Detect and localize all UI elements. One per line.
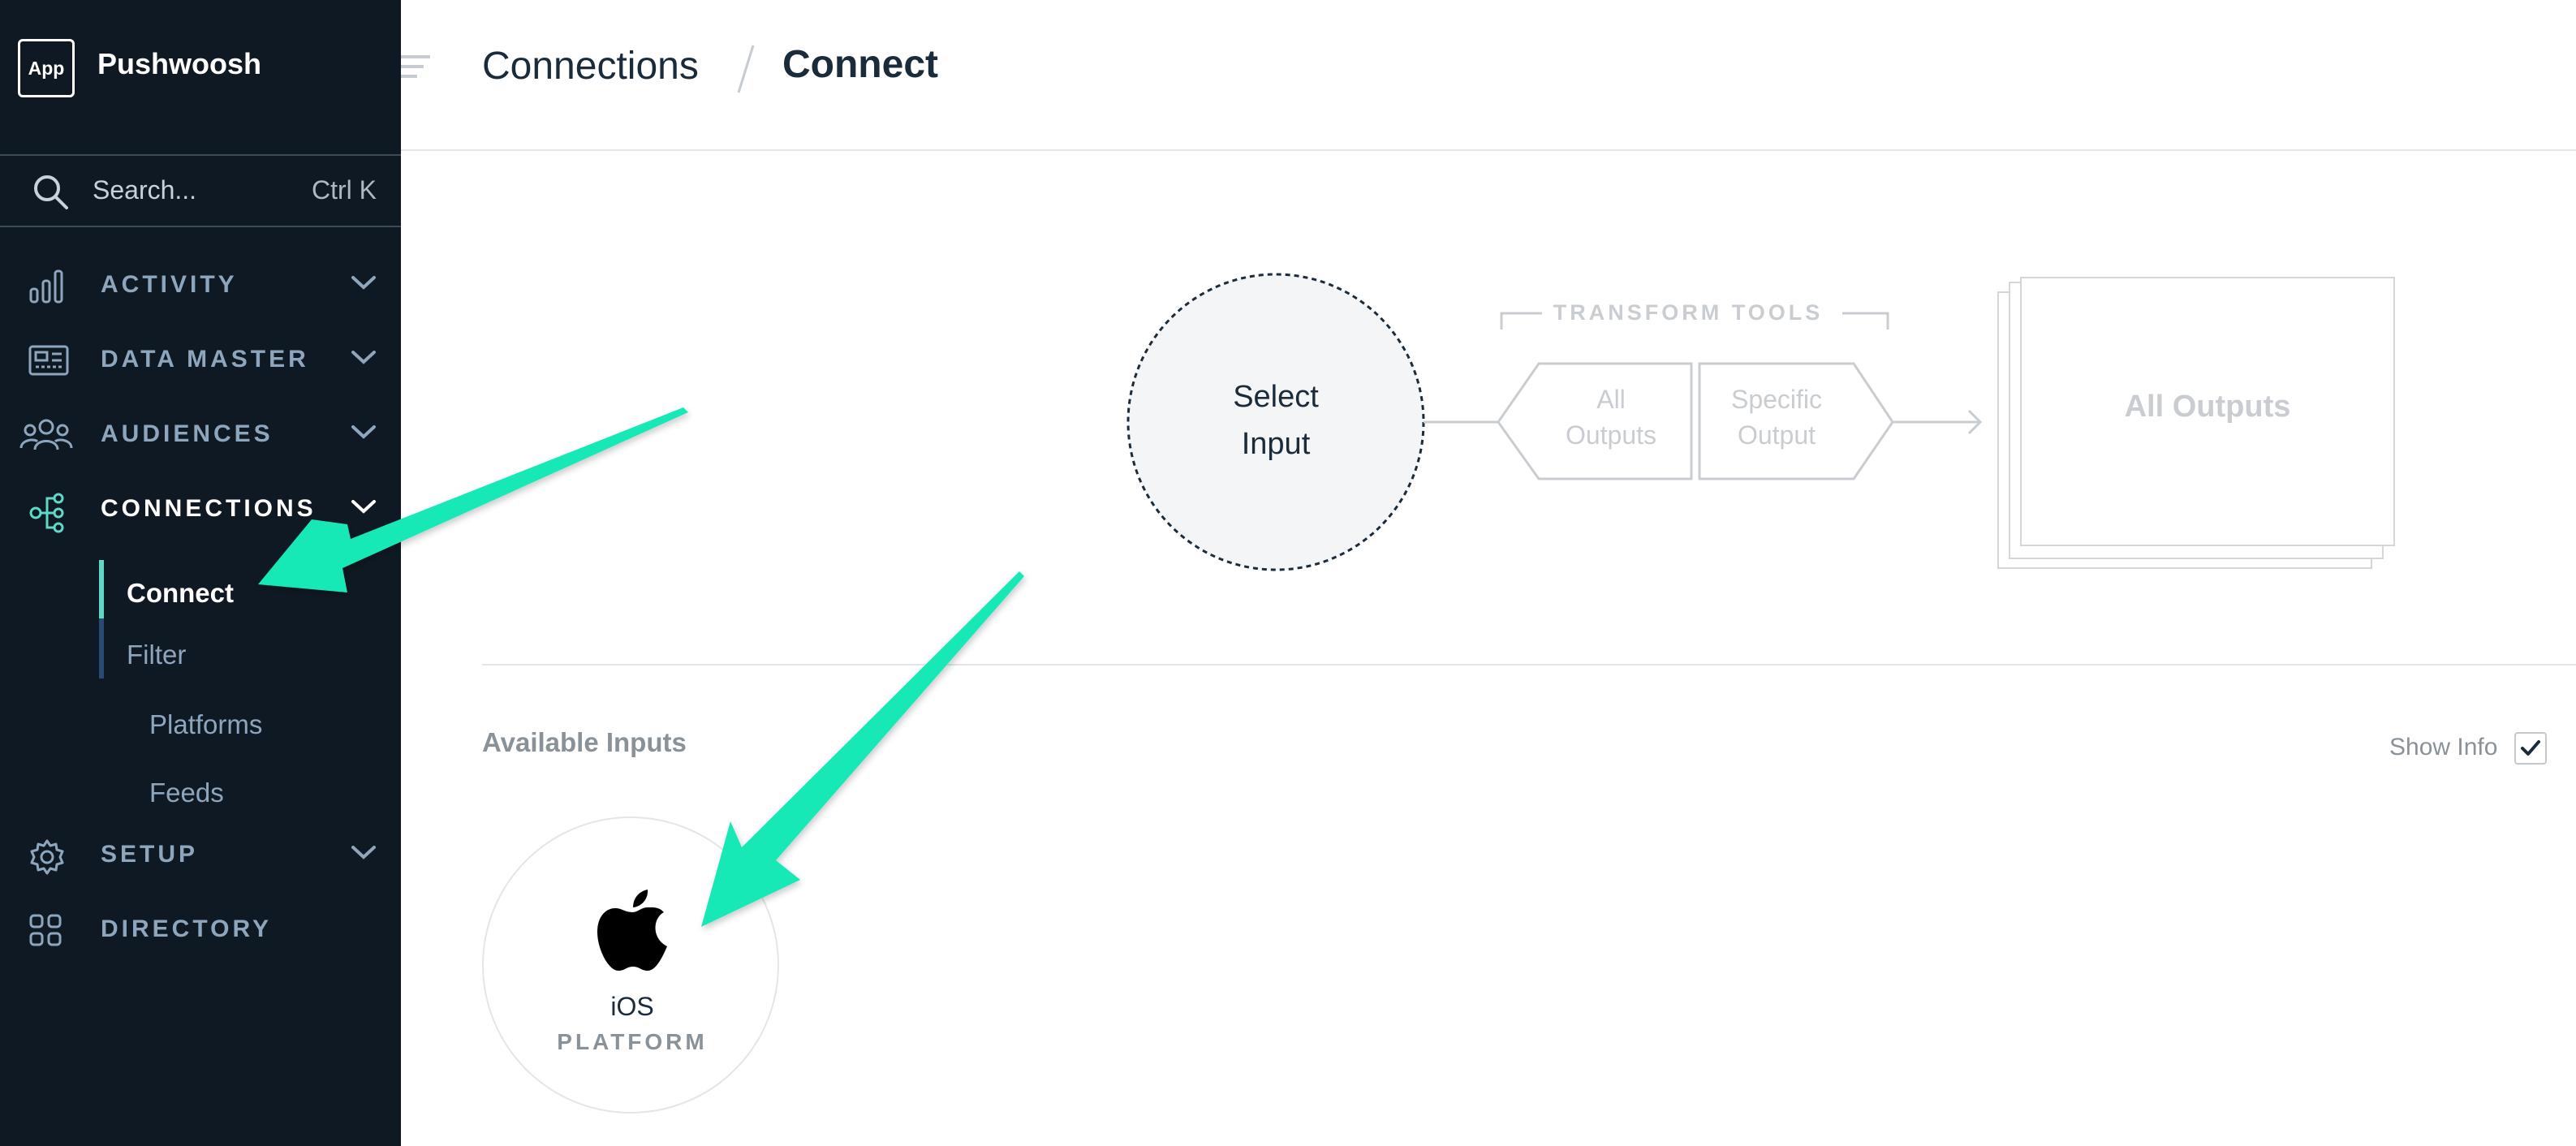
section-divider [482, 664, 2576, 666]
page-header: Connections Connect [401, 0, 2576, 151]
brand-header[interactable]: App Pushwoosh [0, 0, 401, 135]
search-shortcut: Ctrl K [312, 175, 377, 205]
nav-item-audiences[interactable]: AUDIENCES [0, 401, 401, 469]
chevron-down-icon [351, 844, 377, 864]
sub-nav-line [99, 618, 104, 679]
grid-icon [28, 912, 63, 952]
specific-output-tool[interactable]: Specific Output [1699, 381, 1854, 453]
bar-chart-icon [28, 268, 67, 308]
nav-item-data-master[interactable]: DATA MASTER [0, 326, 401, 394]
nav-label: DIRECTORY [101, 916, 273, 942]
chevron-down-icon [351, 274, 377, 295]
nav-item-activity[interactable]: ACTIVITY [0, 252, 401, 320]
all-outputs-tool[interactable]: All Outputs [1534, 381, 1688, 453]
search-input[interactable]: Search... [93, 175, 196, 205]
tool-label: Outputs [1565, 420, 1657, 450]
input-card-ios[interactable]: iOS PLATFORM [482, 816, 779, 1114]
select-input-label: Select [1233, 380, 1319, 414]
chevron-down-icon [351, 424, 377, 444]
transform-tools-bracket [1842, 312, 1889, 330]
nav-label: SETUP [101, 841, 199, 868]
chevron-down-icon [351, 349, 377, 369]
search-bar[interactable]: Search... Ctrl K [0, 154, 401, 227]
sidebar: App Pushwoosh Search... Ctrl K ACTIVITY … [0, 0, 401, 1146]
search-icon [31, 172, 70, 215]
annotation-arrow-ios [701, 571, 1024, 927]
nav-item-setup[interactable]: SETUP [0, 821, 401, 890]
sub-item-connect[interactable]: Connect [127, 578, 234, 609]
sub-item-feeds[interactable]: Feeds [149, 778, 224, 808]
gear-icon [28, 838, 67, 881]
nav-label: DATA MASTER [101, 346, 309, 373]
tool-label: Output [1737, 420, 1816, 450]
select-input-label: Input [1241, 427, 1311, 461]
select-input-button[interactable]: Select Input [1128, 373, 1424, 467]
tool-label: Specific [1730, 385, 1823, 414]
all-outputs-box-label: All Outputs [2124, 390, 2291, 424]
breadcrumb-parent[interactable]: Connections [482, 44, 699, 88]
apple-icon [596, 888, 669, 976]
app-name: Pushwoosh [97, 47, 262, 80]
nav-item-connections[interactable]: CONNECTIONS [0, 476, 401, 544]
nav-label: AUDIENCES [101, 420, 274, 447]
nav-label: ACTIVITY [101, 271, 238, 298]
checkmark-icon [2521, 740, 2540, 756]
card-name: iOS [610, 992, 654, 1021]
breadcrumb-separator [734, 41, 758, 101]
tool-label: All [1596, 385, 1626, 414]
chevron-down-icon [351, 498, 377, 519]
dashboard-icon [28, 343, 70, 382]
sub-item-filter[interactable]: Filter [127, 640, 186, 670]
connections-icon [28, 492, 67, 538]
users-icon [19, 417, 73, 457]
card-type: PLATFORM [557, 1029, 708, 1054]
show-info-label[interactable]: Show Info [2389, 734, 2497, 761]
active-indicator [99, 560, 104, 618]
app-badge: App [18, 39, 75, 97]
nav-label: CONNECTIONS [101, 495, 317, 522]
page-title: Connect [782, 43, 938, 86]
menu-toggle-icon[interactable] [401, 54, 433, 87]
transform-tools-label: TRANSFORM TOOLS [1553, 300, 1824, 325]
nav-item-directory[interactable]: DIRECTORY [0, 896, 401, 964]
available-inputs-title: Available Inputs [482, 727, 687, 757]
sub-item-platforms[interactable]: Platforms [149, 709, 262, 740]
transform-tools-bracket [1500, 312, 1542, 330]
show-info-checkbox[interactable] [2514, 732, 2547, 765]
